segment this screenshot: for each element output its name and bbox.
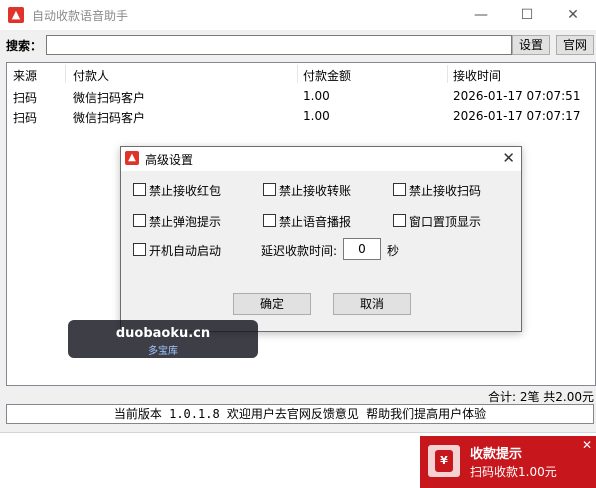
column-divider — [65, 65, 66, 83]
header-payer[interactable]: 付款人 — [73, 67, 109, 84]
toast-message: 扫码收款1.00元 — [470, 465, 557, 479]
header-source[interactable]: 来源 — [13, 67, 37, 84]
option-label: 禁止弹泡提示 — [149, 215, 222, 229]
checkbox[interactable] — [393, 183, 406, 196]
dialog-close-button[interactable]: ✕ — [502, 149, 515, 167]
checkbox[interactable] — [263, 214, 276, 227]
maximize-button[interactable]: ☐ — [504, 0, 550, 30]
toast-title: 收款提示 — [470, 447, 523, 462]
window-title: 自动收款语音助手 — [32, 9, 129, 23]
cell-payer: 微信扫码客户 — [73, 111, 146, 125]
ok-button[interactable]: 确定 — [233, 293, 311, 315]
column-divider — [447, 65, 448, 83]
option-label: 禁止接收红包 — [149, 184, 222, 198]
cell-time: 2026-01-17 07:07:17 — [453, 109, 581, 123]
option-label: 禁止接收扫码 — [409, 184, 482, 198]
option-label: 开机自动启动 — [149, 244, 222, 258]
minimize-button[interactable]: — — [458, 0, 504, 30]
money-bag-icon: ¥ — [428, 445, 460, 477]
header-amount[interactable]: 付款金额 — [303, 67, 351, 84]
app-logo-icon: ▲ — [125, 151, 139, 165]
footer-status: 当前版本 1.0.1.8 欢迎用户去官网反馈意见 帮助我们提高用户体验 — [6, 404, 594, 424]
checkbox[interactable] — [263, 183, 276, 196]
table-row[interactable]: 扫码 微信扫码客户 1.00 2026-01-17 07:07:17 — [7, 107, 595, 127]
advanced-settings-dialog: ▲ 高级设置 ✕ 禁止接收红包 禁止接收转账 禁止接收扫码 禁止弹泡提示 禁止语… — [120, 146, 522, 332]
delay-unit: 秒 — [387, 244, 400, 258]
dialog-title: 高级设置 — [145, 153, 194, 167]
header-time[interactable]: 接收时间 — [453, 67, 501, 84]
toast-close-button[interactable]: ✕ — [582, 438, 592, 452]
delay-input[interactable]: 0 — [343, 238, 381, 260]
cancel-button[interactable]: 取消 — [333, 293, 411, 315]
cell-amount: 1.00 — [303, 89, 330, 103]
option-label: 禁止语音播报 — [279, 215, 352, 229]
app-logo-icon: ▲ — [8, 7, 24, 23]
column-divider — [297, 65, 298, 83]
cell-source: 扫码 — [13, 111, 38, 125]
option-label: 禁止接收转账 — [279, 184, 352, 198]
cell-payer: 微信扫码客户 — [73, 91, 146, 105]
cell-source: 扫码 — [13, 91, 38, 105]
search-input[interactable] — [46, 35, 512, 55]
yen-glyph: ¥ — [435, 450, 453, 472]
title-bar: ▲ 自动收款语音助手 — ☐ ✕ — [0, 0, 596, 30]
checkbox[interactable] — [393, 214, 406, 227]
checkbox[interactable] — [133, 183, 146, 196]
close-button[interactable]: ✕ — [550, 0, 596, 30]
watermark-subtext: 多宝库 — [148, 346, 178, 357]
settings-button[interactable]: 设置 — [512, 35, 550, 55]
search-bar: 搜索： 设置 官网 — [0, 34, 596, 58]
website-button[interactable]: 官网 — [556, 35, 594, 55]
table-row[interactable]: 扫码 微信扫码客户 1.00 2026-01-17 07:07:51 — [7, 87, 595, 107]
cell-amount: 1.00 — [303, 109, 330, 123]
delay-label: 延迟收款时间: — [261, 244, 338, 258]
summary-text: 合计: 2笔 共2.00元 — [487, 390, 594, 404]
watermark-text: duobaoku.cn — [115, 326, 211, 341]
checkbox[interactable] — [133, 243, 146, 256]
checkbox[interactable] — [133, 214, 146, 227]
cell-time: 2026-01-17 07:07:51 — [453, 89, 581, 103]
search-label: 搜索： — [6, 39, 43, 53]
payment-toast[interactable]: ¥ 收款提示 扫码收款1.00元 ✕ — [420, 436, 596, 488]
option-label: 窗口置顶显示 — [409, 215, 482, 229]
watermark: duobaoku.cn 多宝库 — [68, 320, 258, 358]
dialog-title-bar: ▲ 高级设置 ✕ — [121, 147, 521, 171]
